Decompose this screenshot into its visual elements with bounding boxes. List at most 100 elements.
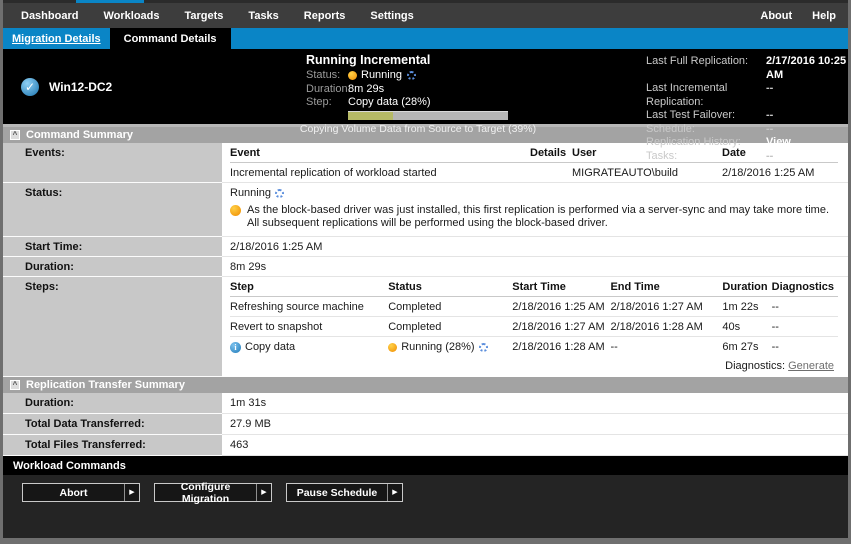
command-duration-value: 8m 29s — [222, 257, 848, 277]
nav-settings[interactable]: Settings — [370, 10, 413, 22]
pause-schedule-button[interactable]: Pause Schedule ▶ — [286, 483, 403, 502]
nav-reports[interactable]: Reports — [304, 10, 346, 22]
transfer-duration-label: Duration: — [3, 393, 222, 414]
configure-migration-button[interactable]: Configure Migration ▶ — [154, 483, 272, 502]
info-row: Schedule: -- — [646, 123, 848, 137]
end-cell: 2/18/2016 1:27 AM — [610, 297, 722, 317]
running-status-icon — [388, 343, 397, 352]
duration-label: Duration: — [306, 83, 348, 97]
step-name: Copy data — [245, 341, 295, 353]
total-data-value: 27.9 MB — [222, 414, 848, 435]
total-files-row: Total Files Transferred: 463 — [3, 435, 848, 456]
col-step: Step — [230, 277, 388, 297]
step-cell: Revert to snapshot — [230, 317, 388, 337]
generate-diagnostics-link[interactable]: Generate — [788, 360, 834, 372]
info-value: -- — [766, 82, 773, 109]
app-frame: Dashboard Workloads Targets Tasks Report… — [0, 0, 851, 544]
command-summary-title: Command Summary — [26, 129, 133, 141]
info-value: 2/17/2016 10:25 AM — [766, 55, 848, 82]
start-cell: 2/18/2016 1:25 AM — [512, 297, 610, 317]
col-diagnostics: Diagnostics — [772, 277, 838, 297]
configure-migration-button-label: Configure Migration — [155, 481, 256, 505]
status-cell: Running (28%) — [388, 337, 512, 357]
info-label: Last Test Failover: — [646, 109, 766, 123]
duration-value: 8m 29s — [348, 83, 384, 97]
start-cell: 2/18/2016 1:28 AM — [512, 337, 610, 357]
nav-right: About Help — [760, 10, 836, 22]
duration-cell: 6m 27s — [722, 337, 771, 357]
status-label: Status: — [306, 69, 348, 83]
nav-targets[interactable]: Targets — [185, 10, 224, 22]
workload-header: ✓ Win12-DC2 Running Incremental Status: … — [3, 49, 848, 124]
steps-table: Step Status Start Time End Time Duration… — [230, 277, 838, 356]
details-cell — [530, 163, 572, 183]
transfer-summary-header: ^ Replication Transfer Summary — [3, 377, 848, 393]
nav-about[interactable]: About — [760, 10, 792, 22]
submenu-arrow-icon: ▶ — [256, 484, 271, 501]
active-nav-accent — [76, 0, 144, 3]
workload-name: Win12-DC2 — [49, 80, 112, 94]
info-label: Last Full Replication: — [646, 55, 766, 82]
start-time-row: Start Time: 2/18/2016 1:25 AM — [3, 237, 848, 257]
command-duration-row: Duration: 8m 29s — [3, 257, 848, 277]
event-cell: Incremental replication of workload star… — [230, 163, 530, 183]
main-nav: Dashboard Workloads Targets Tasks Report… — [3, 3, 848, 28]
steps-content: Step Status Start Time End Time Duration… — [222, 277, 848, 377]
date-cell: 2/18/2016 1:25 AM — [722, 163, 838, 183]
collapse-icon[interactable]: ^ — [10, 130, 20, 140]
col-start-time: Start Time — [512, 277, 610, 297]
submenu-arrow-icon: ▶ — [387, 484, 402, 501]
collapse-icon[interactable]: ^ — [10, 380, 20, 390]
tab-migration-details[interactable]: Migration Details — [3, 28, 110, 49]
command-summary-body: Events: Event Details User Date Incremen… — [3, 143, 848, 377]
end-cell: 2/18/2016 1:28 AM — [610, 317, 722, 337]
diagnostics-cell: -- — [772, 317, 838, 337]
duration-cell: 1m 22s — [722, 297, 771, 317]
duration-row: Duration: 8m 29s — [306, 83, 542, 97]
nav-workloads[interactable]: Workloads — [103, 10, 159, 22]
spinner-icon — [275, 189, 284, 198]
transfer-summary-body: Duration: 1m 31s Total Data Transferred:… — [3, 393, 848, 456]
info-label: Replication History: — [646, 136, 766, 150]
info-label: Last Incremental Replication: — [646, 82, 766, 109]
diagnostics-cell: -- — [772, 297, 838, 317]
info-label: Schedule: — [646, 123, 766, 137]
diagnostics-label: Diagnostics: — [725, 360, 785, 372]
col-details: Details — [530, 143, 572, 163]
info-row: Tasks: -- — [646, 150, 848, 164]
status-cell: Completed — [388, 297, 512, 317]
spinner-icon — [479, 343, 488, 352]
transfer-summary-title: Replication Transfer Summary — [26, 379, 185, 391]
info-value: -- — [766, 123, 773, 137]
col-end-time: End Time — [610, 277, 722, 297]
status-summary-row: Status: Running As the block-based drive… — [3, 183, 848, 237]
transfer-duration-row: Duration: 1m 31s — [3, 393, 848, 414]
replication-history-view-link[interactable]: View — [766, 136, 791, 150]
workload-commands-header: Workload Commands — [3, 456, 848, 475]
step-value: Copy data (28%) — [348, 96, 431, 110]
step-label: Step: — [306, 96, 348, 110]
abort-button-label: Abort — [23, 487, 124, 499]
nav-tasks[interactable]: Tasks — [248, 10, 278, 22]
status-cell: Completed — [388, 317, 512, 337]
start-time-value: 2/18/2016 1:25 AM — [222, 237, 848, 257]
col-duration: Duration — [722, 277, 771, 297]
step-row: Refreshing source machine Completed 2/18… — [230, 297, 838, 317]
end-cell: -- — [610, 337, 722, 357]
nav-help[interactable]: Help — [812, 10, 836, 22]
duration-cell: 40s — [722, 317, 771, 337]
tab-command-details[interactable]: Command Details — [110, 28, 231, 49]
abort-button[interactable]: Abort ▶ — [22, 483, 140, 502]
event-row: Incremental replication of workload star… — [230, 163, 838, 183]
col-event: Event — [230, 143, 530, 163]
info-row: Last Incremental Replication: -- — [646, 82, 848, 109]
step-progress-fill — [348, 112, 393, 120]
nav-dashboard[interactable]: Dashboard — [21, 10, 78, 22]
status-row: Status: Running — [306, 69, 542, 83]
info-value: -- — [766, 109, 773, 123]
pause-schedule-button-label: Pause Schedule — [287, 487, 387, 499]
col-status: Status — [388, 277, 512, 297]
status-value: Running — [361, 69, 402, 83]
diagnostics-line: Diagnostics: Generate — [230, 356, 838, 377]
info-value: -- — [766, 150, 773, 164]
